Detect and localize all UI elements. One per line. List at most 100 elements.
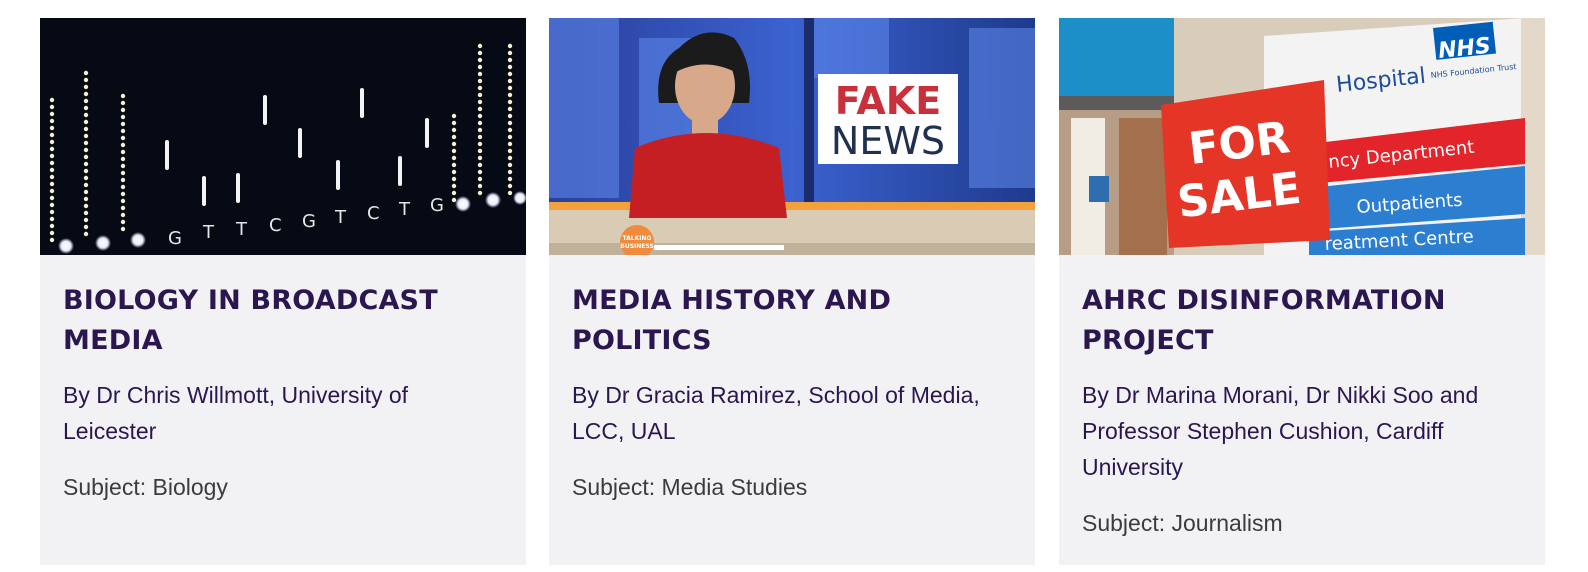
- light-dot: [83, 196, 89, 202]
- light-dot: [507, 85, 513, 91]
- light-dot: [451, 148, 457, 154]
- light-dot: [83, 84, 89, 90]
- light-dot: [83, 210, 89, 216]
- dna-letter: C: [367, 203, 380, 224]
- light-dot: [120, 142, 126, 148]
- light-dot: [83, 231, 89, 237]
- light-dot: [120, 163, 126, 169]
- light-dot: [507, 43, 513, 49]
- light-dot: [120, 135, 126, 141]
- light-dot: [507, 169, 513, 175]
- dna-letter: G: [302, 211, 316, 232]
- light-dot: [477, 134, 483, 140]
- light-dot: [477, 155, 483, 161]
- card-byline: By Dr Marina Morani, Dr Nikki Soo and Pr…: [1082, 382, 1479, 480]
- dna-letter: T: [398, 199, 411, 220]
- light-dot: [477, 113, 483, 119]
- card-subject: Subject: Media Studies: [572, 474, 808, 500]
- light-dot: [477, 85, 483, 91]
- light-dot: [120, 156, 126, 162]
- card-title[interactable]: MEDIA HISTORY AND POLITICS: [572, 281, 1012, 361]
- card-image-dna-lights[interactable]: G T T C G T C T G: [40, 18, 526, 255]
- light-dot: [451, 190, 457, 196]
- card-subject: Subject: Journalism: [1082, 510, 1283, 536]
- light-dot: [83, 112, 89, 118]
- card-image-hospital-for-sale[interactable]: Hospital NHS NHS Foundation Trust ncy De…: [1059, 18, 1545, 255]
- dna-letter: T: [202, 222, 215, 243]
- light-dot: [477, 162, 483, 168]
- card-byline: By Dr Gracia Ramirez, School of Media, L…: [572, 382, 980, 444]
- light-dot: [49, 237, 55, 243]
- light-dot: [83, 168, 89, 174]
- light-dot: [120, 219, 126, 225]
- light-dot: [507, 106, 513, 112]
- light-dot: [120, 128, 126, 134]
- light-dot: [49, 174, 55, 180]
- light-dot: [83, 161, 89, 167]
- light-dot: [507, 183, 513, 189]
- light-dot: [477, 141, 483, 147]
- card-image-news-presenter[interactable]: FAKE NEWS TALKING BUSINESS: [549, 18, 1035, 255]
- dna-letter: T: [235, 219, 248, 240]
- card-byline: By Dr Chris Willmott, University of Leic…: [63, 382, 409, 444]
- light-dot: [83, 105, 89, 111]
- light-dot: [49, 139, 55, 145]
- light-dot: [120, 114, 126, 120]
- dna-letter: C: [269, 215, 282, 236]
- light-dot: [120, 184, 126, 190]
- light-dot: [507, 162, 513, 168]
- light-dot: [451, 134, 457, 140]
- light-dot: [120, 107, 126, 113]
- light-dot: [477, 183, 483, 189]
- light-dot: [120, 121, 126, 127]
- light-dot: [507, 190, 513, 196]
- light-dot: [49, 195, 55, 201]
- dna-letter: G: [430, 195, 444, 216]
- dna-letter: T: [334, 207, 347, 228]
- light-dot: [83, 154, 89, 160]
- light-dot: [120, 93, 126, 99]
- light-dot: [477, 148, 483, 154]
- card-ahrc-disinformation-project[interactable]: Hospital NHS NHS Foundation Trust ncy De…: [1059, 18, 1545, 565]
- light-dot: [49, 111, 55, 117]
- light-dot: [507, 113, 513, 119]
- light-dot: [49, 202, 55, 208]
- light-dot: [49, 230, 55, 236]
- light-dot: [120, 149, 126, 155]
- light-dot: [507, 155, 513, 161]
- light-dot: [477, 190, 483, 196]
- light-dot: [49, 167, 55, 173]
- light-dot: [49, 104, 55, 110]
- card-title[interactable]: AHRC DISINFORMATION PROJECT: [1082, 281, 1522, 361]
- light-dot: [451, 120, 457, 126]
- light-dot: [83, 133, 89, 139]
- light-dot: [451, 183, 457, 189]
- light-dot: [120, 170, 126, 176]
- dna-letter: G: [168, 228, 182, 249]
- light-dot: [120, 177, 126, 183]
- light-dot: [507, 134, 513, 140]
- card-media-history-and-politics[interactable]: FAKE NEWS TALKING BUSINESS MEDIA HISTORY…: [549, 18, 1035, 565]
- light-dot: [120, 100, 126, 106]
- fake-news-text-news: NEWS: [831, 119, 945, 163]
- card-biology-in-broadcast-media[interactable]: G T T C G T C T G BIOLOGY IN BROADCAST M…: [40, 18, 526, 565]
- light-dot: [120, 212, 126, 218]
- light-dot: [83, 189, 89, 195]
- light-dot: [451, 155, 457, 161]
- light-dot: [49, 188, 55, 194]
- card-title[interactable]: BIOLOGY IN BROADCAST MEDIA: [63, 281, 503, 361]
- light-dot: [507, 141, 513, 147]
- light-dot: [49, 209, 55, 215]
- light-dot: [507, 78, 513, 84]
- light-dot: [49, 118, 55, 124]
- light-dot: [507, 71, 513, 77]
- light-dot: [451, 113, 457, 119]
- light-dot: [49, 216, 55, 222]
- light-dot: [507, 120, 513, 126]
- talking-business-logo-line2: BUSINESS: [620, 243, 654, 250]
- light-dot: [477, 78, 483, 84]
- light-dot: [49, 160, 55, 166]
- light-dot: [507, 92, 513, 98]
- light-dot: [83, 224, 89, 230]
- light-dot: [451, 127, 457, 133]
